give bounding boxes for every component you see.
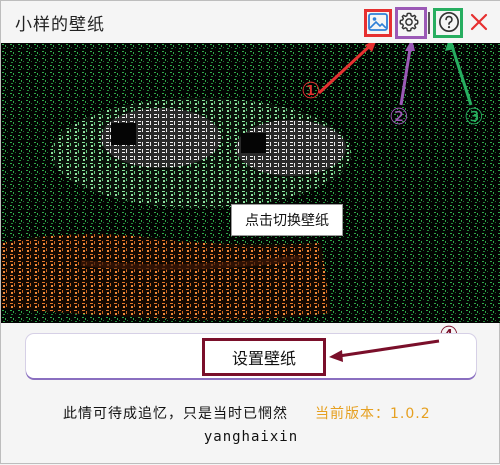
- motto-text: 此情可待成追忆，只是当时已惘然: [63, 406, 288, 422]
- set-wallpaper-label: 设置壁纸: [231, 349, 296, 368]
- title-bar: 小样的壁纸: [1, 1, 500, 43]
- callout-3: ③: [464, 105, 484, 130]
- version-text: 当前版本：1.0.2: [315, 406, 431, 422]
- author-text: yanghaixin: [203, 429, 299, 445]
- close-icon[interactable]: [467, 10, 491, 34]
- highlight-image-button: [364, 9, 392, 37]
- window-title: 小样的壁纸: [15, 15, 105, 35]
- highlight-settings-button: [395, 7, 427, 39]
- highlight-help-button: [433, 8, 463, 38]
- callout-2: ②: [389, 105, 409, 130]
- wallpaper-preview[interactable]: 点击切换壁纸: [1, 43, 500, 323]
- callout-1: ①: [301, 79, 321, 104]
- annotation-arrows: [317, 43, 473, 106]
- toolbar-divider: [428, 12, 430, 34]
- app-window: 小样的壁纸 点击切换壁纸 ① ② ③ 设置壁纸 此情可待成追忆，只是当时已惘然 …: [0, 0, 500, 464]
